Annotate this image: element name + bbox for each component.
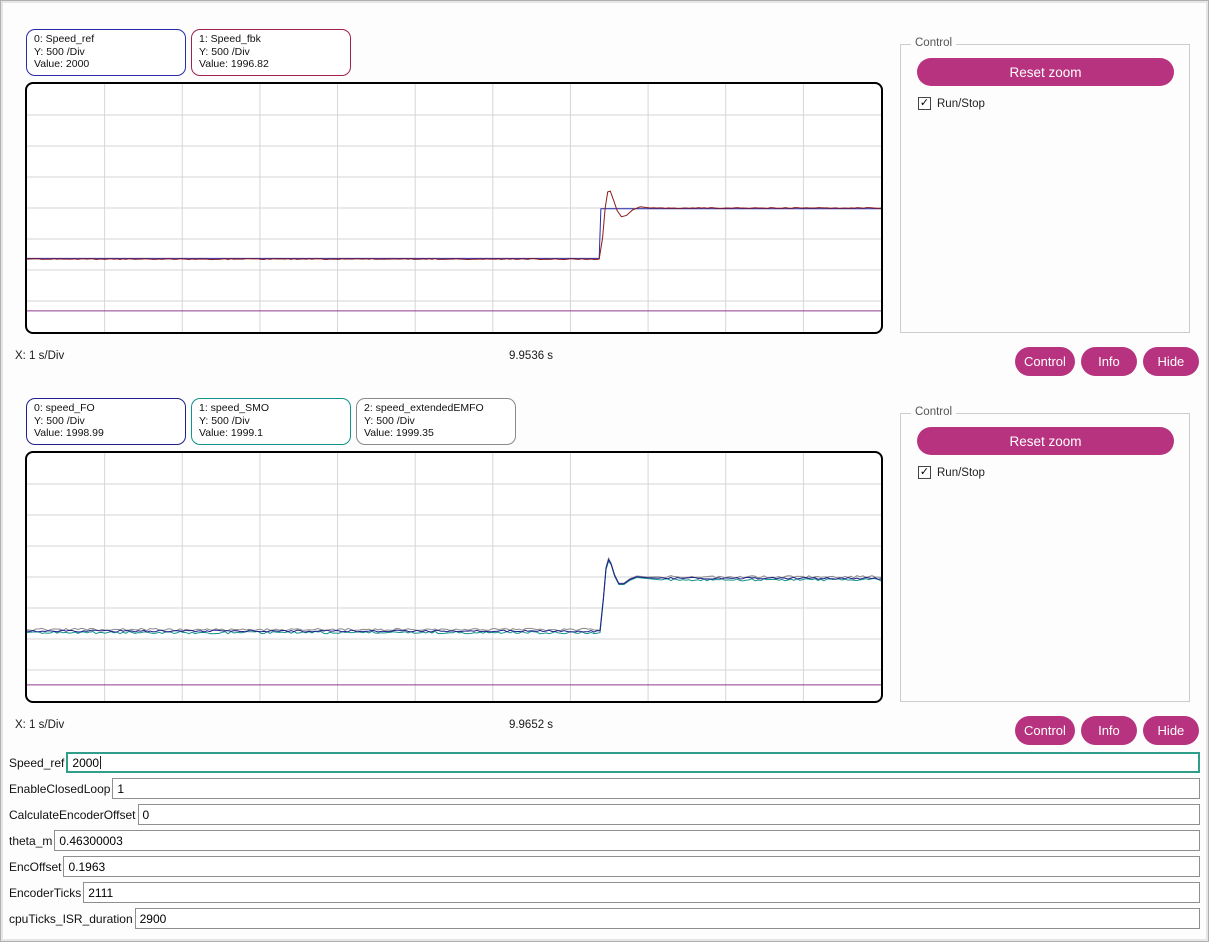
legend-value: Value: 1996.82 [199, 58, 269, 70]
field-label: CalculateEncoderOffset [9, 807, 136, 822]
cpu-ticks-isr-duration-input[interactable]: 2900 [134, 908, 1200, 929]
field-label: Speed_ref [9, 755, 65, 770]
channel-legend[interactable]: 0: speed_FO Y: 500 /Div Value: 1998.99 [26, 398, 186, 445]
field-row: EncOffset 0.1963 [9, 856, 1200, 877]
field-row: theta_m 0.46300003 [9, 830, 1200, 851]
enc-offset-input[interactable]: 0.1963 [63, 856, 1200, 877]
legend-row: 0: Speed_ref Y: 500 /Div Value: 2000 1: … [26, 29, 351, 76]
encoder-ticks-input[interactable]: 2111 [83, 882, 1200, 903]
control-group-title: Control [911, 37, 957, 49]
scope-footer: X: 1 s/Div 9.9536 s [1, 350, 1061, 366]
run-stop-label: Run/Stop [937, 97, 985, 110]
info-button[interactable]: Info [1080, 716, 1137, 745]
time-cursor-label: 9.9652 s [508, 719, 554, 731]
legend-row: 0: speed_FO Y: 500 /Div Value: 1998.99 1… [26, 398, 516, 445]
control-group: Control Reset zoom ✓ Run/Stop [900, 406, 1190, 702]
reset-zoom-button[interactable]: Reset zoom [917, 58, 1174, 86]
legend-value: Value: 2000 [34, 58, 90, 70]
enable-closed-loop-input[interactable]: 1 [112, 778, 1200, 799]
legend-ydiv: Y: 500 /Div [199, 414, 250, 427]
legend-value: Value: 1998.99 [34, 427, 104, 439]
legend-title: 1: speed_SMO [199, 402, 270, 414]
legend-ydiv: Y: 500 /Div [34, 45, 85, 58]
speed-ref-input[interactable]: 2000 [66, 752, 1200, 773]
scope-plot[interactable] [27, 84, 881, 332]
field-value: 1 [117, 781, 125, 796]
check-icon: ✓ [919, 97, 930, 109]
field-label: EnableClosedLoop [9, 781, 111, 796]
control-button[interactable]: Control [1015, 716, 1075, 745]
legend-title: 0: speed_FO [34, 402, 95, 414]
hide-button[interactable]: Hide [1142, 716, 1199, 745]
field-value: 2000 [72, 755, 100, 770]
run-stop-checkbox[interactable]: ✓ [918, 466, 931, 479]
field-value: 2900 [139, 911, 167, 926]
run-stop-row: ✓ Run/Stop [918, 466, 985, 479]
legend-title: 1: Speed_fbk [199, 33, 261, 45]
legend-ydiv: Y: 500 /Div [34, 414, 85, 427]
control-group-title: Control [911, 406, 957, 418]
theta-m-input[interactable]: 0.46300003 [54, 830, 1200, 851]
run-stop-checkbox[interactable]: ✓ [918, 97, 931, 110]
field-value: 2111 [88, 885, 114, 900]
scope-button-row: Control Info Hide [1015, 716, 1199, 745]
reset-zoom-button[interactable]: Reset zoom [917, 427, 1174, 455]
field-row: Speed_ref 2000 [9, 752, 1200, 773]
time-cursor-label: 9.9536 s [508, 350, 554, 362]
control-group: Control Reset zoom ✓ Run/Stop [900, 37, 1190, 333]
scope-panel-1: 0: Speed_ref Y: 500 /Div Value: 2000 1: … [1, 1, 1208, 377]
field-row: EncoderTicks 2111 [9, 882, 1200, 903]
field-label: cpuTicks_ISR_duration [9, 911, 133, 926]
scope-plot[interactable] [27, 453, 881, 701]
scope-chart-frame [25, 82, 883, 334]
text-caret [100, 756, 102, 769]
scope-chart-frame [25, 451, 883, 703]
field-label: theta_m [9, 833, 53, 848]
watch-fields: Speed_ref 2000 EnableClosedLoop 1 Calcul… [1, 752, 1208, 934]
field-value: 0.1963 [68, 859, 106, 874]
scope-panel-2: 0: speed_FO Y: 500 /Div Value: 1998.99 1… [1, 370, 1208, 746]
run-stop-label: Run/Stop [937, 466, 985, 479]
legend-value: Value: 1999.35 [364, 427, 434, 439]
field-row: EnableClosedLoop 1 [9, 778, 1200, 799]
field-row: cpuTicks_ISR_duration 2900 [9, 908, 1200, 929]
field-value: 0.46300003 [59, 833, 123, 848]
legend-title: 0: Speed_ref [34, 33, 95, 45]
legend-ydiv: Y: 500 /Div [199, 45, 250, 58]
field-value: 0 [142, 807, 150, 822]
calculate-encoder-offset-input[interactable]: 0 [137, 804, 1200, 825]
channel-legend[interactable]: 1: speed_SMO Y: 500 /Div Value: 1999.1 [191, 398, 351, 445]
scope-footer: X: 1 s/Div 9.9652 s [1, 719, 1061, 735]
check-icon: ✓ [919, 466, 930, 478]
legend-value: Value: 1999.1 [199, 427, 264, 439]
run-stop-row: ✓ Run/Stop [918, 97, 985, 110]
field-row: CalculateEncoderOffset 0 [9, 804, 1200, 825]
field-label: EncoderTicks [9, 885, 82, 900]
channel-legend[interactable]: 2: speed_extendedEMFO Y: 500 /Div Value:… [356, 398, 516, 445]
app-window: 0: Speed_ref Y: 500 /Div Value: 2000 1: … [0, 0, 1209, 942]
legend-title: 2: speed_extendedEMFO [364, 402, 484, 414]
field-label: EncOffset [9, 859, 62, 874]
channel-legend[interactable]: 1: Speed_fbk Y: 500 /Div Value: 1996.82 [191, 29, 351, 76]
channel-legend[interactable]: 0: Speed_ref Y: 500 /Div Value: 2000 [26, 29, 186, 76]
legend-ydiv: Y: 500 /Div [364, 414, 415, 427]
